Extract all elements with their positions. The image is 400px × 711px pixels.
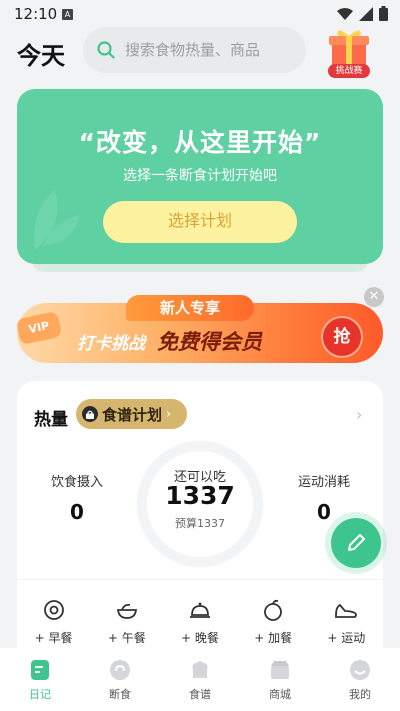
dinner-icon bbox=[189, 602, 210, 618]
diary-icon bbox=[31, 660, 49, 680]
hero-subtitle: 选择一条断食计划开始吧 bbox=[123, 168, 277, 184]
add-exercise-button[interactable]: + 运动 bbox=[310, 599, 383, 646]
nav-fasting[interactable]: 断食 bbox=[80, 648, 160, 711]
hero-quote: “改变，从这里开始” bbox=[78, 128, 322, 157]
budget-text: 预算1337 bbox=[175, 517, 225, 530]
nav-label: 断食 bbox=[109, 688, 131, 701]
signal-icon bbox=[359, 6, 373, 21]
meal-label: + 早餐 bbox=[34, 631, 73, 645]
nav-profile[interactable]: 我的 bbox=[320, 648, 400, 711]
choose-plan-button[interactable]: 选择计划 bbox=[103, 201, 297, 243]
recipe-plan-button[interactable]: 食谱计划 › bbox=[76, 399, 187, 429]
meal-label: + 运动 bbox=[327, 631, 366, 645]
search-input[interactable] bbox=[125, 41, 295, 59]
add-dinner-button[interactable]: + 晚餐 bbox=[163, 599, 236, 646]
wifi-icon bbox=[337, 7, 353, 20]
nav-diary[interactable]: 日记 bbox=[0, 648, 80, 711]
nav-label: 食谱 bbox=[189, 688, 211, 701]
status-icons bbox=[337, 6, 388, 21]
promo-text-free-member: 免费得会员 bbox=[157, 330, 262, 354]
close-icon[interactable]: ✕ bbox=[364, 287, 384, 307]
notification-indicator: A bbox=[62, 9, 73, 20]
burn-label: 运动消耗 bbox=[297, 475, 350, 490]
pencil-icon bbox=[348, 534, 365, 551]
chevron-right-icon[interactable]: › bbox=[356, 405, 362, 424]
add-snack-button[interactable]: + 加餐 bbox=[237, 599, 310, 646]
intake-value: 0 bbox=[70, 500, 84, 524]
nav-recipe[interactable]: 食谱 bbox=[160, 648, 240, 711]
fasting-icon bbox=[110, 660, 130, 680]
meal-actions: + 早餐 + 午餐 + 晚餐 + 加餐 + 运动 bbox=[17, 599, 383, 646]
lunch-icon bbox=[116, 603, 137, 619]
status-bar: 12:10 A bbox=[0, 0, 400, 28]
promo-tag: 新人专享 bbox=[126, 295, 254, 321]
search-icon bbox=[97, 41, 115, 59]
challenge-label: 挑战赛 bbox=[328, 64, 370, 78]
meal-label: + 晚餐 bbox=[181, 631, 219, 645]
divider bbox=[17, 579, 383, 580]
snack-icon bbox=[264, 599, 283, 621]
edit-fab[interactable] bbox=[331, 518, 381, 568]
meal-label: + 午餐 bbox=[107, 631, 146, 645]
grab-button[interactable]: 抢 bbox=[321, 316, 363, 358]
add-breakfast-button[interactable]: + 早餐 bbox=[17, 599, 90, 646]
page-title: 今天 bbox=[17, 42, 65, 70]
nav-label: 日记 bbox=[29, 688, 51, 701]
nav-mall[interactable]: 商城 bbox=[240, 648, 320, 711]
challenge-button[interactable]: 挑战赛 bbox=[324, 26, 374, 78]
remaining-value: 1337 bbox=[165, 481, 235, 510]
fasting-plan-card: “改变，从这里开始” 选择一条断食计划开始吧 选择计划 bbox=[17, 89, 383, 264]
nav-label: 我的 bbox=[349, 688, 371, 701]
exercise-icon bbox=[335, 603, 358, 618]
profile-icon bbox=[350, 660, 370, 680]
battery-icon bbox=[379, 6, 388, 21]
calorie-title: 热量 bbox=[34, 410, 68, 430]
calorie-card: 热量 食谱计划 › › 饮食摄入 0 还可以吃 1337 预算1337 运动消耗… bbox=[17, 381, 383, 681]
leaf-icon bbox=[34, 190, 80, 250]
search-bar[interactable] bbox=[83, 27, 306, 73]
add-lunch-button[interactable]: + 午餐 bbox=[90, 599, 163, 646]
promo-text-checkin: 打卡挑战 bbox=[77, 334, 145, 354]
breakfast-icon bbox=[43, 600, 64, 620]
recipe-plan-label: 食谱计划 bbox=[102, 405, 163, 424]
chevron-right-icon: › bbox=[166, 406, 172, 422]
mall-icon bbox=[271, 661, 289, 679]
status-time: 12:10 bbox=[14, 5, 58, 23]
meal-label: + 加餐 bbox=[254, 631, 293, 645]
nav-label: 商城 bbox=[269, 688, 291, 701]
recipe-icon bbox=[192, 661, 208, 678]
intake-label: 饮食摄入 bbox=[50, 475, 103, 490]
bottom-nav: 日记 断食 食谱 商城 我的 bbox=[0, 648, 400, 711]
lock-icon bbox=[82, 406, 98, 422]
